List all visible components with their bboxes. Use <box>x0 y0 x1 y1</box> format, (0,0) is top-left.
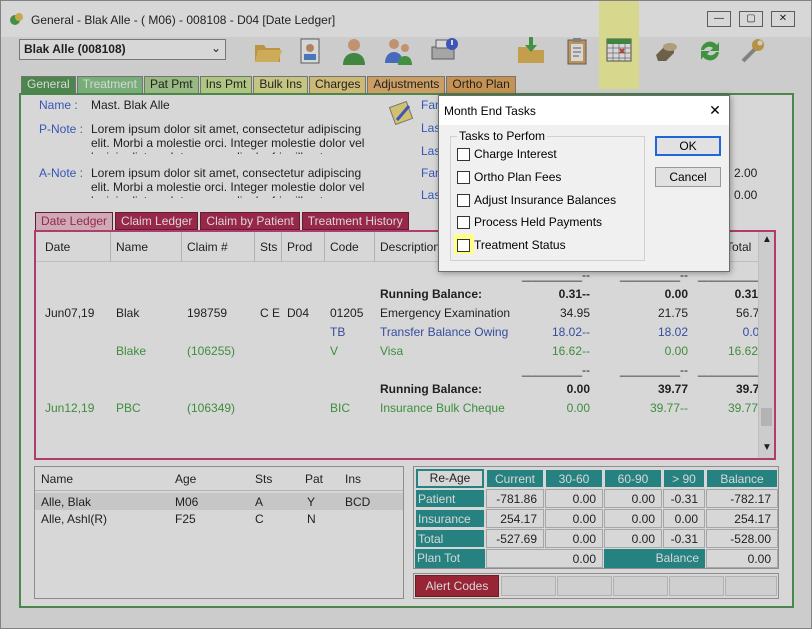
ok-button[interactable]: OK <box>655 136 721 156</box>
charge-interest-checkbox[interactable]: Charge Interest <box>457 147 557 161</box>
checkbox-box <box>457 170 470 184</box>
checkbox-label: Ortho Plan Fees <box>474 170 562 184</box>
adjust-insurance-balances-checkbox[interactable]: Adjust Insurance Balances <box>457 193 616 207</box>
checkbox-label: Charge Interest <box>474 147 557 161</box>
checkbox-label: Adjust Insurance Balances <box>474 193 617 207</box>
checkbox-box <box>457 215 470 229</box>
checkbox-label: Treatment Status <box>474 238 566 252</box>
ortho-plan-fees-checkbox[interactable]: Ortho Plan Fees <box>457 170 561 184</box>
cancel-button[interactable]: Cancel <box>655 167 721 187</box>
dialog-title-bar: Month End Tasks ✕ <box>439 96 729 125</box>
tasks-group-label: Tasks to Perfom <box>457 129 548 143</box>
dialog-close-icon[interactable]: ✕ <box>707 102 723 118</box>
treatment-status-checkbox[interactable]: Treatment Status <box>457 238 566 252</box>
checkbox-label: Process Held Payments <box>474 215 603 229</box>
checkbox-box <box>457 147 470 161</box>
tasks-group: Tasks to Perfom Charge Interest Ortho Pl… <box>450 129 645 261</box>
month-end-tasks-dialog: Month End Tasks ✕ Tasks to Perfom Charge… <box>438 95 730 272</box>
process-held-payments-checkbox[interactable]: Process Held Payments <box>457 215 602 229</box>
checkbox-box <box>457 193 470 207</box>
checkbox-box <box>457 238 470 252</box>
dialog-title: Month End Tasks <box>444 104 536 118</box>
